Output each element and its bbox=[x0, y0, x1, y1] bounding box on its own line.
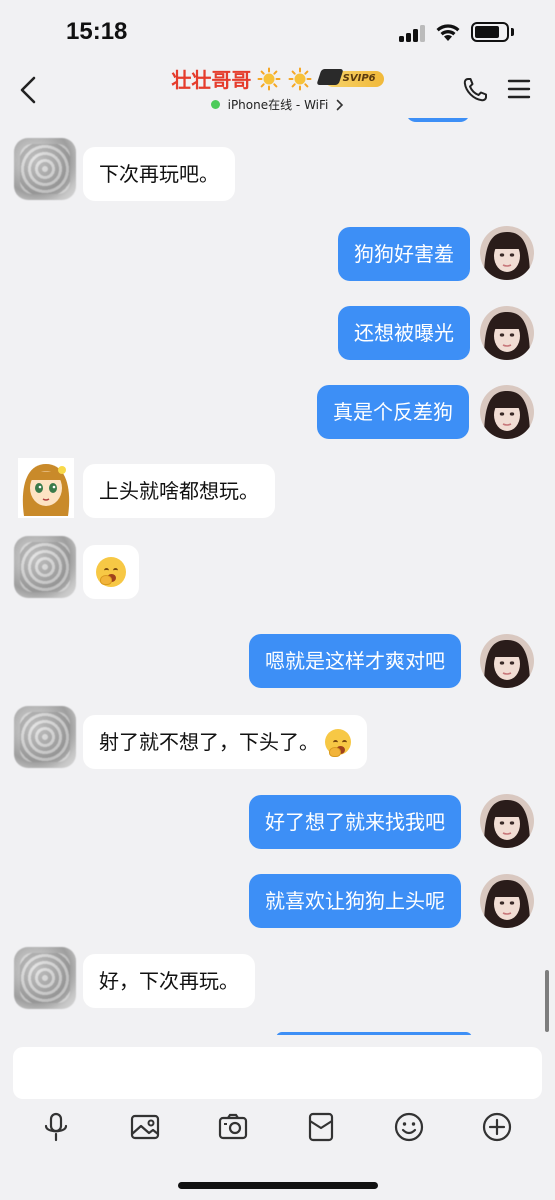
outgoing-message[interactable]: 嗯就是这样才爽对吧 bbox=[249, 634, 461, 688]
input-area bbox=[0, 1035, 555, 1200]
message-list[interactable]: 下次再玩吧。 狗狗好害羞 还想被曝光 真是个反差狗 上头就啥都想玩。 嗯就是这样… bbox=[0, 118, 555, 1035]
my-avatar[interactable] bbox=[480, 794, 534, 848]
user-photo-icon bbox=[480, 874, 534, 928]
camera-icon[interactable] bbox=[217, 1111, 249, 1143]
status-bar: 15:18 bbox=[0, 0, 555, 62]
user-photo-icon bbox=[480, 634, 534, 688]
sun-icon bbox=[257, 67, 281, 90]
message-input[interactable] bbox=[13, 1047, 542, 1099]
chat-screen: 15:18 壮壮哥哥 SVIP6 iPhone在线 - WiFi 下次再玩吧。 … bbox=[0, 0, 555, 1200]
image-icon[interactable] bbox=[129, 1111, 161, 1143]
outgoing-message[interactable]: 还想被曝光 bbox=[338, 306, 470, 360]
yawn-emoji-icon bbox=[325, 728, 352, 757]
plus-icon[interactable] bbox=[481, 1111, 513, 1143]
home-indicator[interactable] bbox=[178, 1182, 378, 1189]
wifi-icon bbox=[436, 24, 460, 41]
user-photo-icon bbox=[480, 385, 534, 439]
user-photo-icon bbox=[480, 226, 534, 280]
outgoing-message[interactable]: 狗狗好害羞 bbox=[338, 227, 470, 281]
cartoon-girl-avatar-icon bbox=[18, 458, 74, 518]
sun-icon bbox=[288, 67, 312, 90]
yawn-emoji-icon bbox=[96, 556, 126, 587]
phone-call-icon[interactable] bbox=[461, 76, 489, 104]
my-avatar[interactable] bbox=[480, 226, 534, 280]
svip-crown-icon bbox=[316, 68, 344, 85]
contact-avatar[interactable] bbox=[14, 138, 76, 200]
user-photo-icon bbox=[480, 794, 534, 848]
incoming-message[interactable]: 射了就不想了，下头了。 bbox=[83, 715, 368, 769]
online-dot-icon bbox=[210, 100, 220, 109]
contact-avatar[interactable] bbox=[14, 706, 76, 768]
online-status-text: iPhone在线 - WiFi bbox=[227, 98, 329, 112]
my-avatar[interactable] bbox=[480, 385, 534, 439]
microphone-icon[interactable] bbox=[40, 1111, 72, 1143]
incoming-emoji-message[interactable] bbox=[83, 545, 139, 599]
contact-avatar[interactable] bbox=[18, 458, 74, 518]
incoming-message[interactable]: 上头就啥都想玩。 bbox=[83, 464, 275, 518]
outgoing-message[interactable]: 真是个反差狗 bbox=[317, 385, 469, 439]
contact-avatar[interactable] bbox=[14, 536, 76, 598]
contact-avatar[interactable] bbox=[14, 947, 76, 1009]
chat-header: 壮壮哥哥 SVIP6 iPhone在线 - WiFi bbox=[0, 62, 555, 118]
battery-icon bbox=[471, 22, 509, 42]
svip-label: SVIP6 bbox=[342, 72, 376, 84]
my-avatar[interactable] bbox=[480, 634, 534, 688]
smiley-icon[interactable] bbox=[393, 1111, 425, 1143]
message-text: 射了就不想了，下头了。 bbox=[99, 730, 319, 754]
chevron-right-icon bbox=[336, 99, 344, 110]
svip-badge[interactable]: SVIP6 bbox=[316, 68, 384, 87]
outgoing-message[interactable]: 好了想了就来找我吧 bbox=[249, 795, 461, 849]
scrollbar[interactable] bbox=[545, 970, 549, 1032]
cut-off-message bbox=[406, 118, 470, 122]
red-packet-icon[interactable] bbox=[305, 1111, 337, 1143]
user-photo-icon bbox=[480, 306, 534, 360]
incoming-message[interactable]: 下次再玩吧。 bbox=[83, 147, 235, 201]
cellular-signal-icon bbox=[399, 24, 427, 42]
contact-name: 壮壮哥哥 bbox=[171, 68, 252, 92]
my-avatar[interactable] bbox=[480, 874, 534, 928]
battery-tip bbox=[511, 28, 514, 36]
status-time: 15:18 bbox=[66, 18, 128, 45]
incoming-message[interactable]: 好，下次再玩。 bbox=[83, 954, 255, 1008]
my-avatar[interactable] bbox=[480, 306, 534, 360]
outgoing-message[interactable]: 就喜欢让狗狗上头呢 bbox=[249, 874, 461, 928]
menu-icon[interactable] bbox=[507, 78, 531, 100]
